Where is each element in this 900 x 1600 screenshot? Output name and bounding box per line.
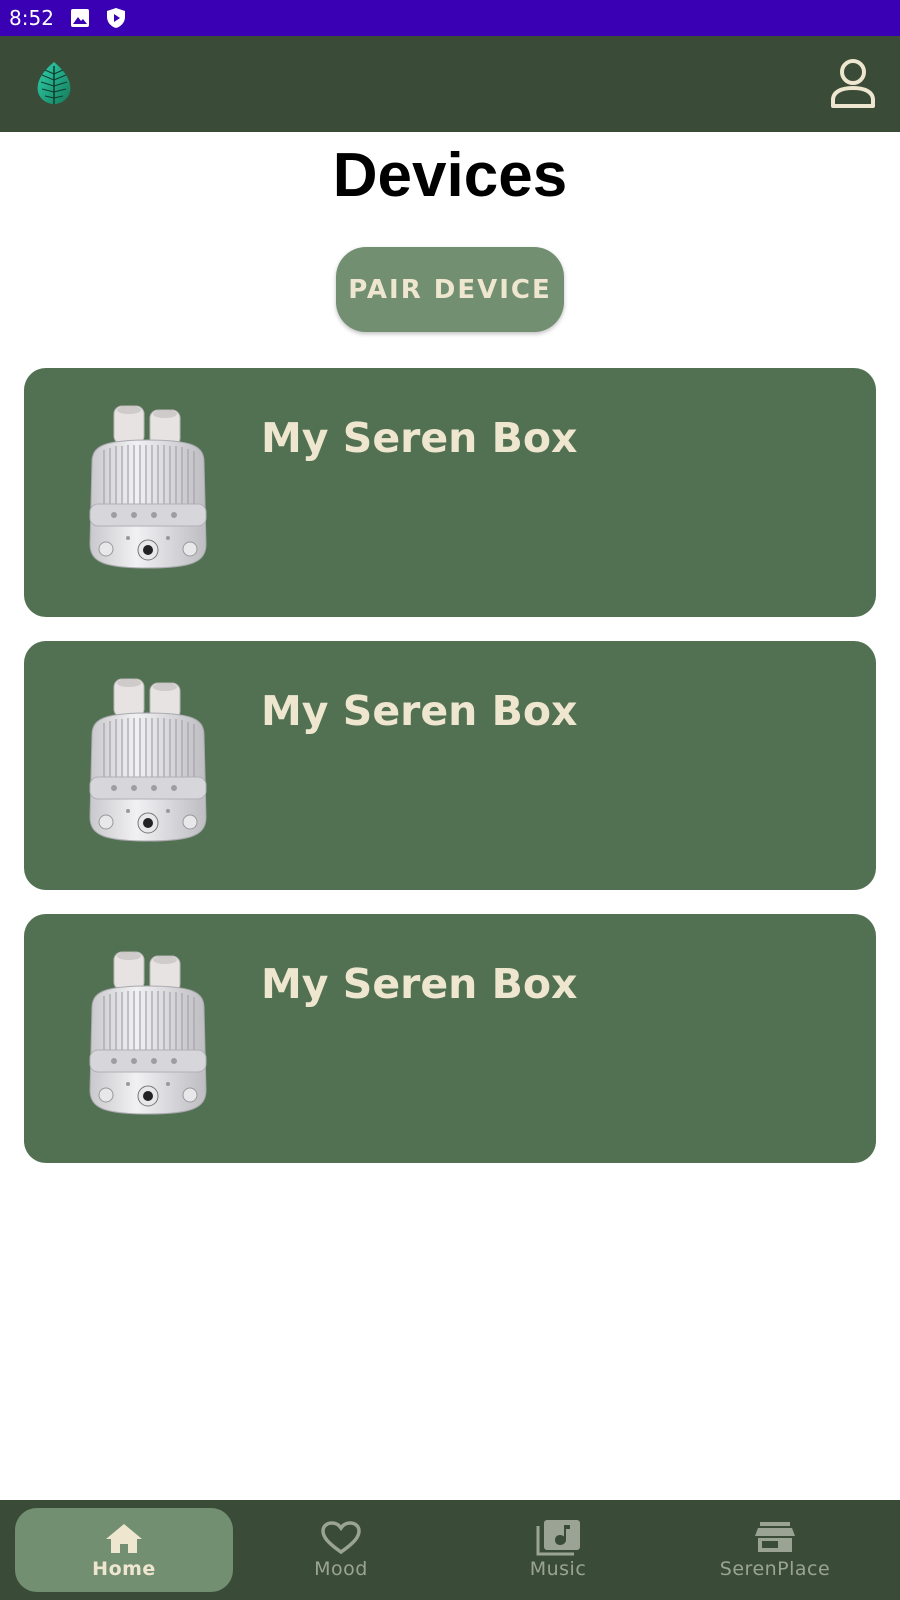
store-icon: [752, 1520, 798, 1556]
nav-item-home[interactable]: Home: [15, 1508, 233, 1592]
heart-icon: [318, 1520, 364, 1556]
nav-label-music: Music: [529, 1558, 587, 1580]
nav-item-serenplace[interactable]: SerenPlace: [666, 1508, 884, 1592]
seren-box-device-image: [84, 677, 214, 847]
music-library-icon: [535, 1520, 581, 1556]
device-card[interactable]: My Seren Box: [24, 368, 876, 617]
device-name: My Seren Box: [261, 960, 578, 1008]
device-card[interactable]: My Seren Box: [24, 641, 876, 890]
device-card[interactable]: My Seren Box: [24, 914, 876, 1163]
app-bar: [0, 36, 900, 132]
seren-box-device-image: [84, 950, 214, 1120]
nav-label-mood: Mood: [314, 1558, 368, 1580]
pair-device-button[interactable]: PAIR DEVICE: [336, 247, 564, 332]
status-time: 8:52: [9, 6, 54, 30]
nav-label-serenplace: SerenPlace: [719, 1558, 831, 1580]
nav-label-home: Home: [92, 1558, 156, 1580]
seren-box-device-image: [84, 404, 214, 574]
home-icon: [101, 1520, 147, 1556]
leaf-logo-icon: [34, 60, 74, 106]
image-icon: [70, 8, 90, 28]
shield-play-icon: [106, 8, 126, 28]
bottom-navigation: Home Mood Music SerenPlace: [0, 1500, 900, 1600]
nav-item-music[interactable]: Music: [449, 1508, 667, 1592]
nav-item-mood[interactable]: Mood: [232, 1508, 450, 1592]
user-profile-icon[interactable]: [830, 58, 876, 110]
status-bar: 8:52: [0, 0, 900, 36]
page-title: Devices: [332, 141, 568, 210]
device-name: My Seren Box: [261, 687, 578, 735]
device-name: My Seren Box: [261, 414, 578, 462]
